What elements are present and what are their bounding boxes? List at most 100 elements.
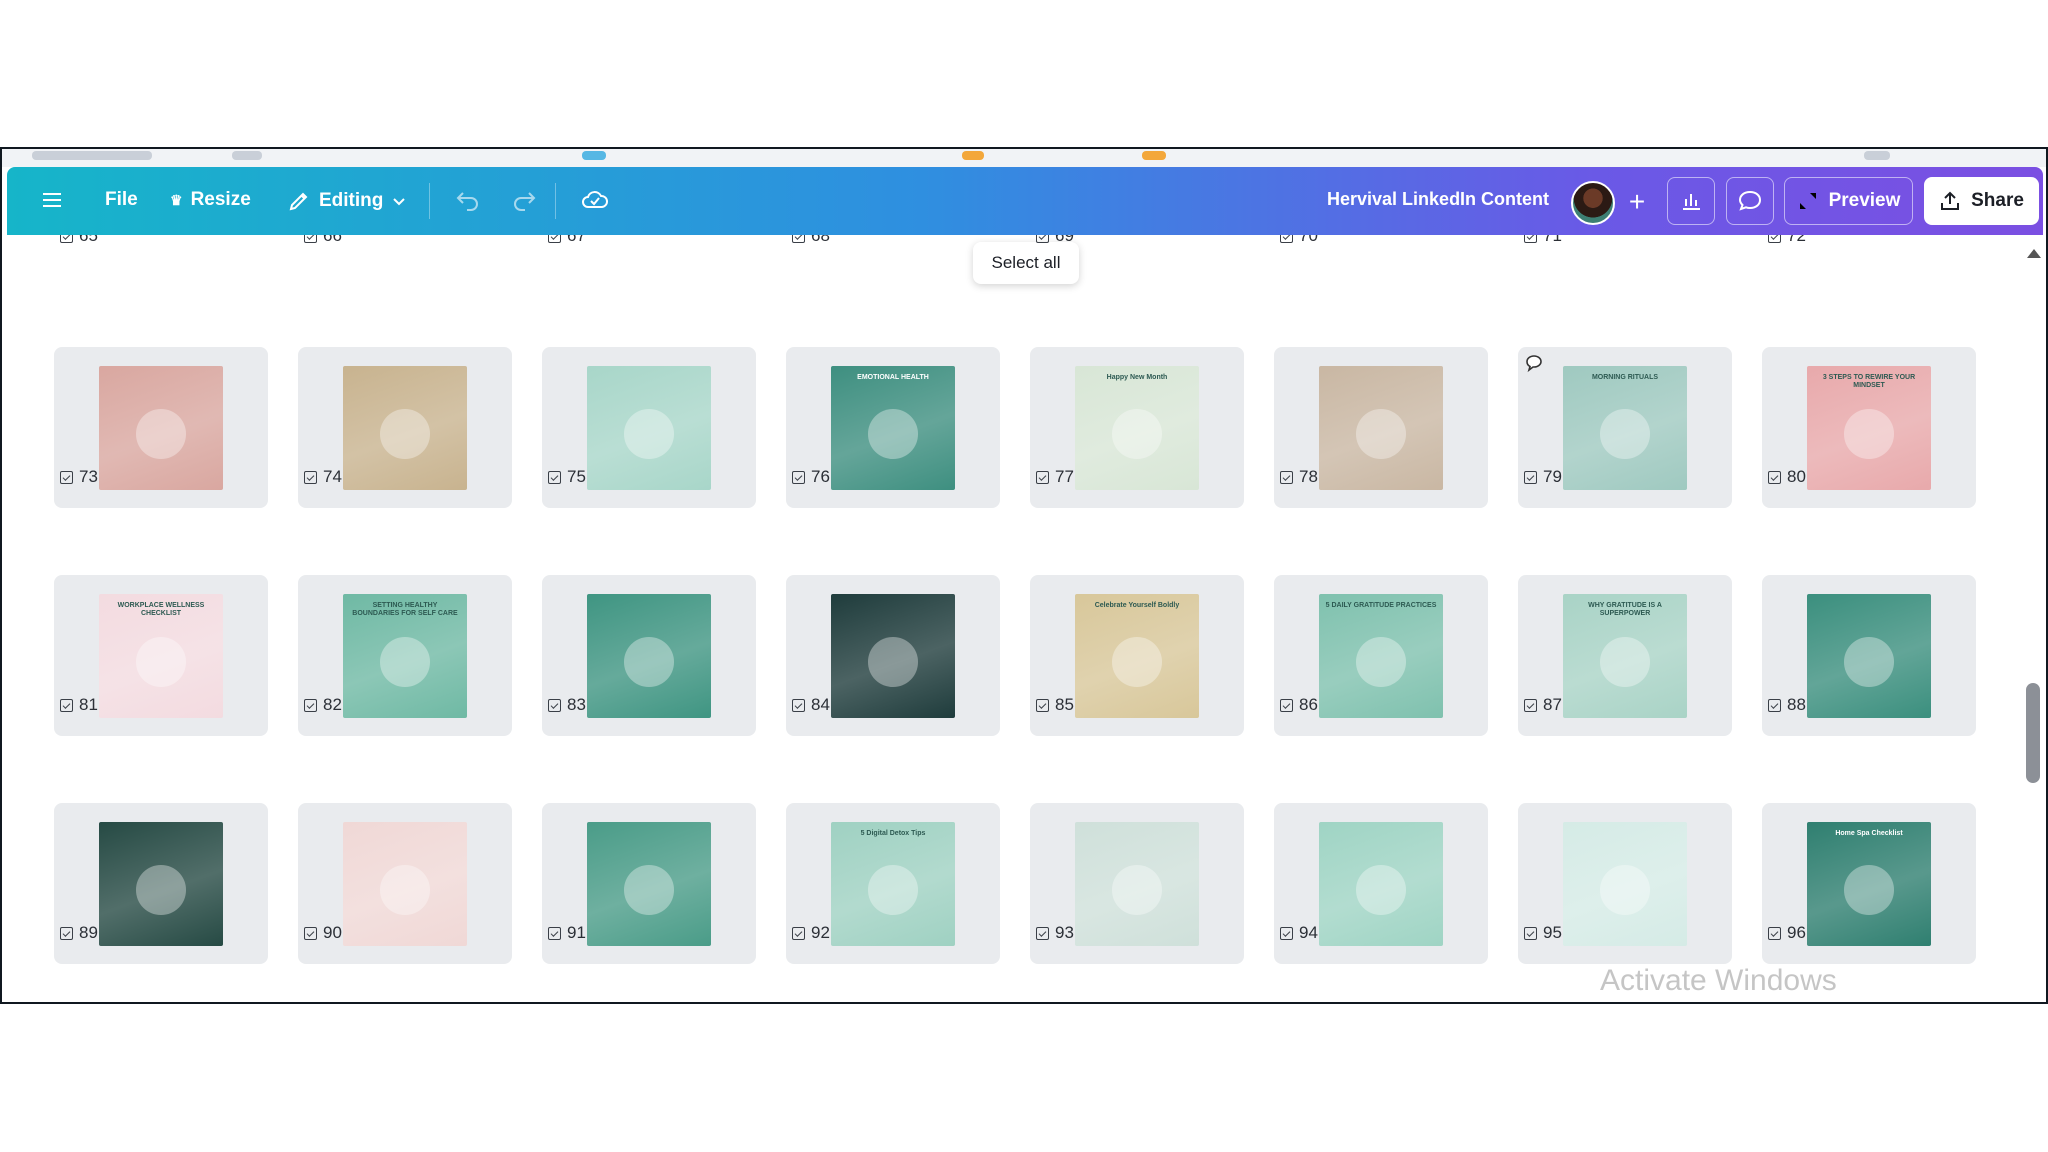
page-number-label[interactable]: 65 (60, 235, 98, 246)
page-number-label[interactable]: 79 (1524, 467, 1562, 487)
page-number-label[interactable]: 96 (1768, 923, 1806, 943)
browser-tab[interactable] (962, 151, 984, 160)
add-collaborator-button[interactable]: + (1619, 181, 1655, 225)
browser-tab[interactable] (232, 151, 262, 160)
undo-button[interactable] (455, 189, 481, 211)
checkbox-icon[interactable] (304, 470, 317, 484)
page-number-label[interactable]: 81 (60, 695, 98, 715)
page-number-label[interactable]: 83 (548, 695, 586, 715)
page-number-label[interactable]: 86 (1280, 695, 1318, 715)
redo-button[interactable] (511, 189, 537, 211)
editing-mode-button[interactable]: Editing (287, 189, 407, 213)
page-thumbnail-image: SETTING HEALTHY BOUNDARIES FOR SELF CARE (343, 594, 467, 718)
page-number-label[interactable]: 95 (1524, 923, 1562, 943)
comments-button[interactable] (1726, 177, 1774, 225)
thumbnail-graphic (1844, 865, 1894, 915)
page-number-label[interactable]: 72 (1768, 235, 1806, 246)
checkbox-icon[interactable] (1280, 926, 1293, 940)
page-number-label[interactable]: 82 (304, 695, 342, 715)
checkbox-icon[interactable] (1036, 926, 1049, 940)
menu-icon[interactable] (41, 189, 63, 211)
checkbox-icon[interactable] (1768, 926, 1781, 940)
checkbox-icon[interactable] (548, 926, 561, 940)
checkbox-icon[interactable] (548, 235, 561, 243)
thumbnail-graphic (624, 865, 674, 915)
checkbox-icon[interactable] (60, 698, 73, 712)
toolbar-divider (429, 183, 430, 219)
page-number-label[interactable]: 85 (1036, 695, 1074, 715)
page-number-label[interactable]: 90 (304, 923, 342, 943)
thumbnail-graphic (1112, 637, 1162, 687)
page-number-label[interactable]: 89 (60, 923, 98, 943)
page-number-label[interactable]: 66 (304, 235, 342, 246)
browser-tab[interactable] (582, 151, 606, 160)
checkbox-icon[interactable] (792, 470, 805, 484)
page-number-label[interactable]: 80 (1768, 467, 1806, 487)
avatar[interactable] (1571, 181, 1615, 225)
checkbox-icon[interactable] (1280, 235, 1293, 243)
checkbox-icon[interactable] (304, 926, 317, 940)
page-number-label[interactable]: 75 (548, 467, 586, 487)
checkbox-icon[interactable] (792, 698, 805, 712)
checkbox-icon[interactable] (60, 470, 73, 484)
browser-tab-strip (2, 149, 2046, 167)
scrollbar[interactable] (2024, 235, 2044, 1002)
checkbox-icon[interactable] (1036, 698, 1049, 712)
page-number-label[interactable]: 69 (1036, 235, 1074, 246)
page-number-label[interactable]: 71 (1524, 235, 1562, 246)
insights-button[interactable] (1667, 177, 1715, 225)
cloud-save-button[interactable] (581, 187, 609, 213)
share-button[interactable]: Share (1924, 177, 2039, 225)
checkbox-icon[interactable] (1280, 698, 1293, 712)
scroll-up-arrow[interactable] (2027, 249, 2041, 258)
checkbox-icon[interactable] (1768, 698, 1781, 712)
checkbox-icon[interactable] (1768, 235, 1781, 243)
page-number-label[interactable]: 87 (1524, 695, 1562, 715)
document-title[interactable]: Hervival LinkedIn Content (1327, 189, 1549, 210)
page-thumbnail-image (587, 366, 711, 490)
checkbox-icon[interactable] (1036, 470, 1049, 484)
page-number-label[interactable]: 77 (1036, 467, 1074, 487)
scrollbar-thumb[interactable] (2026, 683, 2040, 783)
page-number-label[interactable]: 84 (792, 695, 830, 715)
select-all-tooltip[interactable]: Select all (973, 242, 1079, 284)
checkbox-icon[interactable] (1036, 235, 1049, 243)
page-number-label[interactable]: 88 (1768, 695, 1806, 715)
page-number-label[interactable]: 68 (792, 235, 830, 246)
page-number-label[interactable]: 93 (1036, 923, 1074, 943)
page-number-label[interactable]: 78 (1280, 467, 1318, 487)
page-number-label[interactable]: 73 (60, 467, 98, 487)
checkbox-icon[interactable] (1768, 470, 1781, 484)
page-number-label[interactable]: 94 (1280, 923, 1318, 943)
page-number-label[interactable]: 76 (792, 467, 830, 487)
page-number-label[interactable]: 67 (548, 235, 586, 246)
browser-tab[interactable] (32, 151, 152, 160)
comment-icon[interactable] (1524, 353, 1544, 373)
resize-button[interactable]: ♛ Resize (170, 189, 251, 211)
page-number: 75 (567, 467, 586, 486)
checkbox-icon[interactable] (792, 926, 805, 940)
preview-button[interactable]: Preview (1784, 177, 1913, 225)
checkbox-icon[interactable] (60, 926, 73, 940)
checkbox-icon[interactable] (548, 698, 561, 712)
checkbox-icon[interactable] (792, 235, 805, 243)
checkbox-icon[interactable] (1524, 470, 1537, 484)
file-menu-button[interactable]: File (105, 189, 138, 211)
checkbox-icon[interactable] (548, 470, 561, 484)
checkbox-icon[interactable] (1524, 926, 1537, 940)
page-number-label[interactable]: 74 (304, 467, 342, 487)
checkbox-icon[interactable] (304, 235, 317, 243)
checkbox-icon[interactable] (1524, 698, 1537, 712)
page-number: 70 (1299, 235, 1318, 245)
checkbox-icon[interactable] (304, 698, 317, 712)
page-thumbnail-image: 5 DAILY GRATITUDE PRACTICES (1319, 594, 1443, 718)
page-number-label[interactable]: 92 (792, 923, 830, 943)
checkbox-icon[interactable] (1524, 235, 1537, 243)
checkbox-icon[interactable] (60, 235, 73, 243)
browser-tab[interactable] (1864, 151, 1890, 160)
browser-tab[interactable] (1142, 151, 1166, 160)
checkbox-icon[interactable] (1280, 470, 1293, 484)
page-number-label[interactable]: 91 (548, 923, 586, 943)
page-number: 76 (811, 467, 830, 486)
page-number-label[interactable]: 70 (1280, 235, 1318, 246)
